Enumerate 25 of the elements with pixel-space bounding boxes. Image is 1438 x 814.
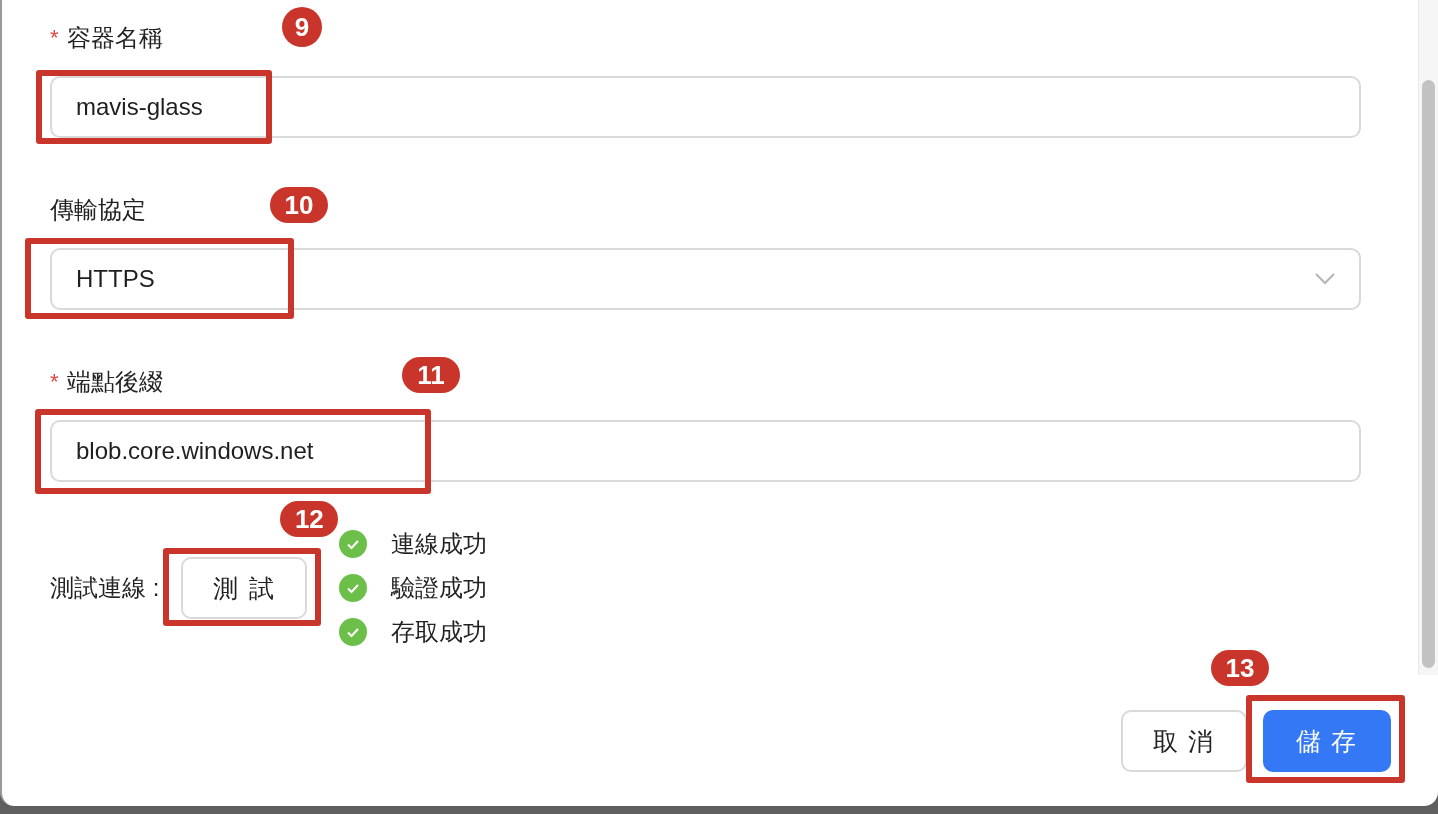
step-badge: 10 <box>270 187 328 223</box>
text-field[interactable]: mavis-glass <box>50 76 1361 138</box>
required-mark: * <box>50 25 59 51</box>
test-button[interactable]: 測 試 <box>181 557 308 619</box>
step-badge: 11 <box>402 357 460 393</box>
required-mark: * <box>50 369 59 395</box>
chevron-down-icon <box>1315 273 1335 285</box>
field-label: 容器名稱 <box>66 23 163 53</box>
field-label: 傳輸協定 <box>50 195 146 225</box>
cancel-button[interactable]: 取 消 <box>1121 710 1247 772</box>
test-connection-label: 測試連線 : <box>50 573 160 603</box>
step-badge: 13 <box>1211 650 1269 686</box>
result-text: 存取成功 <box>391 617 488 647</box>
scrollbar-thumb[interactable] <box>1422 80 1435 668</box>
check-circle-icon <box>339 574 368 602</box>
check-circle-icon <box>339 618 368 646</box>
protocol-select[interactable]: HTTPS <box>50 248 1361 310</box>
result-text: 連線成功 <box>391 529 488 559</box>
field-label: 端點後綴 <box>66 367 163 397</box>
save-button[interactable]: 儲 存 <box>1263 710 1391 772</box>
check-circle-icon <box>339 530 368 558</box>
step-badge: 9 <box>282 7 322 47</box>
text-field[interactable]: blob.core.windows.net <box>50 420 1361 482</box>
step-badge: 12 <box>280 501 339 537</box>
result-text: 驗證成功 <box>391 573 488 603</box>
